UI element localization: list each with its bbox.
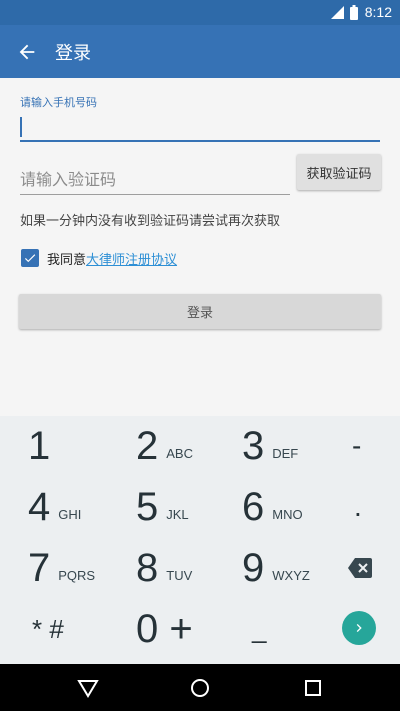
key-5[interactable]: 5 JKL (136, 477, 189, 537)
key-1[interactable]: 1 (28, 416, 50, 476)
app-bar: 登录 (0, 25, 400, 78)
back-triangle-icon[interactable] (77, 677, 99, 699)
key-digit: 1 (28, 423, 51, 468)
navigation-bar (0, 664, 400, 711)
key-digit: 7 (28, 545, 51, 590)
arrow-back-icon[interactable] (16, 41, 38, 63)
page-title: 登录 (55, 43, 91, 64)
key-digit: _ (252, 613, 267, 644)
key-digit: 8 (136, 545, 159, 590)
key-star-hash[interactable]: * # (32, 599, 64, 659)
get-code-button[interactable]: 获取验证码 (297, 154, 381, 190)
key-dash[interactable]: - (352, 416, 361, 476)
key-digit: 6 (242, 484, 265, 529)
agree-text: 我同意 (47, 252, 87, 268)
key-letters: MNO (272, 506, 303, 522)
key-digit: 3 (242, 423, 265, 468)
battery-icon (350, 5, 358, 20)
agree-checkbox[interactable] (21, 249, 39, 267)
key-digit: * # (32, 613, 64, 644)
agreement-link[interactable]: 大律师注册协议 (86, 249, 177, 268)
key-digit: 0 + (136, 606, 193, 651)
key-4[interactable]: 4 GHI (28, 477, 81, 537)
go-button[interactable] (342, 611, 376, 645)
key-digit: . (354, 491, 362, 522)
key-letters: JKL (166, 506, 189, 522)
key-letters: WXYZ (272, 567, 310, 583)
phone-input[interactable] (20, 112, 380, 142)
hint-text: 如果一分钟内没有收到验证码请尝试再次获取 (20, 214, 281, 229)
check-icon (24, 254, 36, 263)
key-letters: ABC (166, 445, 193, 461)
login-button[interactable]: 登录 (19, 294, 381, 329)
key-letters: DEF (272, 445, 299, 461)
key-space[interactable]: _ (252, 599, 266, 659)
key-9[interactable]: 9 WXYZ (242, 538, 310, 598)
key-digit: 9 (242, 545, 265, 590)
key-7[interactable]: 7 PQRS (28, 538, 95, 598)
key-letters: GHI (58, 506, 82, 522)
key-3[interactable]: 3 DEF (242, 416, 298, 476)
backspace-icon (348, 558, 372, 578)
key-digit: 5 (136, 484, 159, 529)
key-digit: 2 (136, 423, 159, 468)
key-0[interactable]: 0 + (136, 599, 193, 659)
key-dot[interactable]: . (354, 477, 362, 537)
key-backspace[interactable] (348, 538, 372, 598)
status-time: 8:12 (364, 4, 392, 20)
verification-code-input[interactable] (20, 165, 290, 195)
signal-icon (331, 6, 344, 19)
key-letters: TUV (166, 567, 193, 583)
key-2[interactable]: 2 ABC (136, 416, 193, 476)
phone-label: 请输入手机号码 (20, 96, 97, 109)
key-8[interactable]: 8 TUV (136, 538, 192, 598)
key-6[interactable]: 6 MNO (242, 477, 303, 537)
recents-square-icon[interactable] (302, 677, 324, 699)
key-digit: - (352, 430, 362, 461)
agree-row: 我同意 大律师注册协议 (21, 247, 177, 269)
key-digit: 4 (28, 484, 51, 529)
home-circle-icon[interactable] (189, 677, 211, 699)
chevron-right-icon (356, 624, 362, 632)
status-bar: 8:12 (0, 0, 400, 25)
text-caret (20, 117, 22, 137)
key-letters: PQRS (58, 567, 96, 583)
